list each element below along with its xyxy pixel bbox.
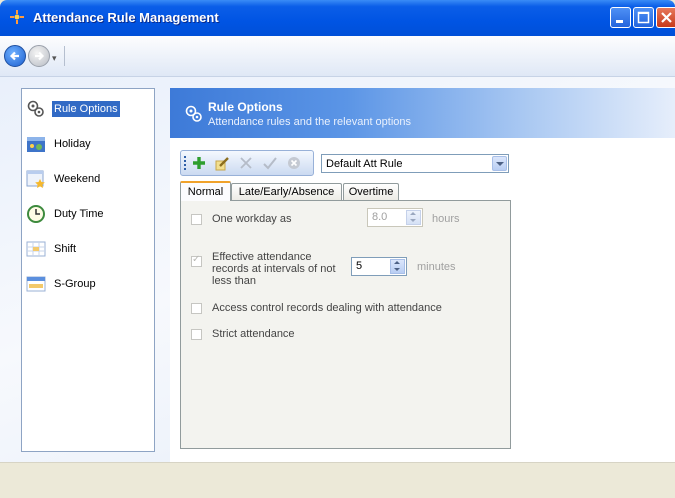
rule-options-icon: [27, 100, 44, 117]
interval-minutes-stepper[interactable]: 5: [351, 257, 407, 276]
clock-icon: [27, 205, 45, 223]
tab-page-normal: One workday as 8.0 hours Effective atten…: [180, 200, 511, 449]
delete-icon: [240, 157, 252, 169]
cancel-button[interactable]: [285, 154, 303, 172]
sidebar-item-weekend[interactable]: Weekend: [26, 166, 102, 192]
back-icon: [9, 51, 19, 61]
spin-arrows-icon[interactable]: [390, 259, 405, 274]
rule-panel: Default Att Rule Normal Late/Early/Absen…: [170, 138, 675, 462]
delete-button[interactable]: [237, 154, 255, 172]
main-panel: Rule Options Attendance rules and the re…: [170, 88, 675, 462]
add-icon: [193, 157, 205, 169]
rule-select-value: Default Att Rule: [326, 158, 403, 170]
sidebar-item-label: Holiday: [54, 138, 91, 150]
workday-checkbox[interactable]: [191, 214, 202, 225]
status-bar: [0, 462, 675, 498]
back-button[interactable]: [4, 45, 26, 67]
interval-label: Effective attendance records at interval…: [212, 251, 336, 287]
access-control-checkbox[interactable]: [191, 303, 202, 314]
sidebar-item-label: Shift: [54, 243, 77, 255]
page-subtitle: Attendance rules and the relevant option…: [208, 116, 412, 128]
sidebar: Rule Options Holiday Weekend Duty Time S…: [21, 88, 155, 452]
sidebar-item-shift[interactable]: Shift: [26, 236, 78, 262]
toolbar: [180, 150, 314, 176]
page-title: Rule Options: [208, 100, 283, 114]
sidebar-item-holiday[interactable]: Holiday: [26, 131, 93, 157]
rule-options-icon: [185, 105, 202, 122]
close-button[interactable]: [656, 7, 675, 28]
strict-attendance-checkbox[interactable]: [191, 329, 202, 340]
tab-normal[interactable]: Normal: [180, 181, 231, 201]
strict-attendance-option: Strict attendance: [191, 328, 295, 340]
workday-label: One workday as: [212, 213, 292, 225]
sidebar-item-label: S-Group: [54, 278, 96, 290]
rule-select[interactable]: Default Att Rule: [321, 154, 509, 173]
tab-overtime[interactable]: Overtime: [343, 183, 399, 200]
sidebar-item-label: Weekend: [54, 173, 101, 185]
sidebar-item-label: Rule Options: [52, 101, 120, 117]
tab-late-early-absence[interactable]: Late/Early/Absence: [231, 183, 342, 200]
nav-separator: [64, 46, 65, 66]
add-button[interactable]: [190, 154, 208, 172]
access-control-label: Access control records dealing with atte…: [212, 302, 442, 314]
schedule-group-icon: [26, 276, 46, 292]
cancel-icon: [288, 157, 300, 169]
workday-option: One workday as: [191, 213, 291, 225]
workday-hours-value: 8.0: [372, 211, 388, 223]
close-icon: [661, 12, 672, 23]
strict-attendance-label: Strict attendance: [212, 328, 295, 340]
confirm-icon: [263, 157, 277, 170]
history-dropdown[interactable]: ▾: [52, 53, 57, 64]
hours-unit: hours: [432, 213, 460, 225]
forward-icon: [35, 51, 45, 61]
minutes-unit: minutes: [417, 261, 456, 273]
spin-arrows-icon[interactable]: [406, 210, 421, 225]
title-bar: Attendance Rule Management: [0, 0, 675, 36]
maximize-icon: [637, 11, 650, 24]
holiday-icon: [27, 137, 45, 152]
forward-button[interactable]: [28, 45, 50, 67]
access-control-option: Access control records dealing with atte…: [191, 302, 442, 314]
section-header: Rule Options Attendance rules and the re…: [170, 88, 675, 138]
sidebar-item-duty-time[interactable]: Duty Time: [26, 201, 106, 227]
edit-button[interactable]: [213, 154, 231, 172]
sidebar-item-rule-options[interactable]: Rule Options: [26, 96, 120, 122]
toolbar-grip: [184, 156, 186, 170]
chevron-down-icon[interactable]: [492, 156, 507, 171]
sidebar-item-s-group[interactable]: S-Group: [26, 271, 98, 297]
edit-icon: [215, 157, 229, 171]
confirm-button[interactable]: [261, 154, 279, 172]
sidebar-item-label: Duty Time: [54, 208, 104, 220]
interval-option: Effective attendance records at interval…: [191, 251, 340, 287]
shift-icon: [26, 241, 46, 257]
workday-hours-stepper[interactable]: 8.0: [367, 208, 423, 227]
minimize-button[interactable]: [610, 7, 631, 28]
window-title: Attendance Rule Management: [33, 10, 219, 25]
navigation-bar: ▾: [0, 36, 675, 77]
app-icon: [10, 10, 24, 24]
minimize-icon: [616, 20, 623, 23]
interval-checkbox[interactable]: [191, 254, 202, 267]
maximize-button[interactable]: [633, 7, 654, 28]
content-area: Rule Options Holiday Weekend Duty Time S…: [0, 77, 675, 462]
weekend-icon: [26, 170, 45, 188]
interval-minutes-value: 5: [356, 260, 363, 272]
